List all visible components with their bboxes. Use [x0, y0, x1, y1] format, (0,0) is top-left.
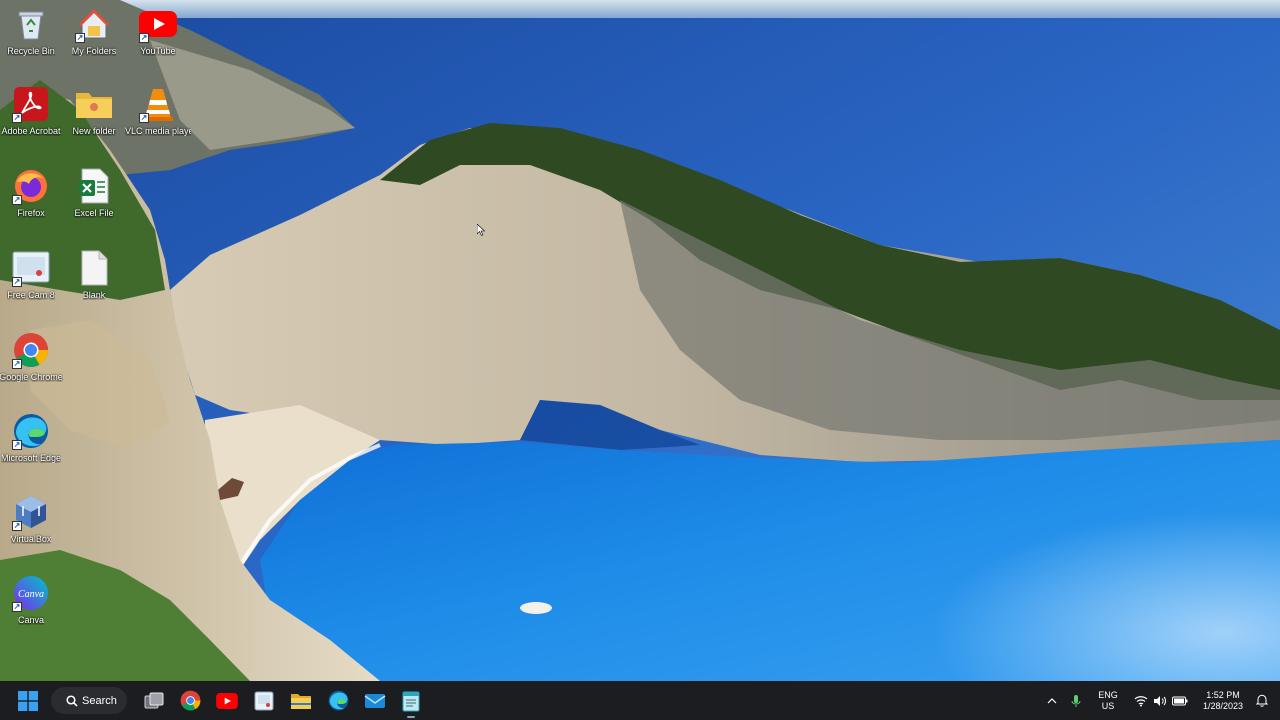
task-view-button[interactable]: [141, 685, 167, 716]
shortcut-arrow-icon: ↗: [12, 521, 22, 531]
chevron-up-icon: [1047, 697, 1057, 703]
shortcut-arrow-icon: ↗: [12, 359, 22, 369]
search-label: Search: [82, 694, 117, 707]
start-button[interactable]: [14, 685, 42, 716]
desktop-icon-blank-file[interactable]: Blank: [61, 248, 127, 316]
desktop-icon-label: Recycle Bin: [7, 46, 55, 56]
desktop-icon-canva[interactable]: Canva ↗ Canva: [0, 573, 64, 641]
taskbar-chrome[interactable]: [177, 685, 203, 716]
adobe-acrobat-icon: ↗: [11, 84, 51, 124]
active-app-indicator: [407, 716, 415, 718]
youtube-icon: ↗: [138, 4, 178, 44]
freecam-icon: ↗: [11, 248, 51, 288]
taskbar-file-explorer[interactable]: [288, 685, 314, 716]
desktop-icon-label: YouTube: [140, 46, 176, 56]
desktop-icon-microsoft-edge[interactable]: ↗ Microsoft Edge: [0, 411, 64, 479]
desktop-wallpaper: [0, 0, 1280, 681]
folder-icon: [74, 84, 114, 124]
desktop-icon-label: Adobe Acrobat: [1, 126, 61, 136]
chrome-icon: ↗: [11, 330, 51, 370]
wifi-icon: [1134, 695, 1148, 706]
notepad-icon: [402, 691, 420, 711]
shortcut-arrow-icon: ↗: [12, 277, 22, 287]
desktop-icon-label: New folder: [72, 126, 116, 136]
windows-logo-icon: [18, 690, 38, 711]
battery-icon: [1172, 696, 1188, 705]
firefox-icon: ↗: [11, 166, 51, 206]
taskbar-notepad[interactable]: [398, 685, 424, 716]
desktop-icon-label: VLC media player: [125, 126, 191, 136]
chrome-icon: [180, 690, 200, 711]
desktop-icon-label: My Folders: [71, 46, 117, 56]
desktop-icon-google-chrome[interactable]: ↗ Google Chrome: [0, 330, 64, 398]
desktop-icon-excel-file[interactable]: Excel File: [61, 166, 127, 234]
recycle-bin-icon: [11, 4, 51, 44]
desktop-icon-adobe-acrobat[interactable]: ↗ Adobe Acrobat: [0, 84, 64, 152]
desktop-icon-label: Google Chrome: [0, 372, 63, 382]
file-explorer-icon: [291, 693, 311, 709]
language-line1: ENG: [1098, 689, 1118, 700]
shortcut-arrow-icon: ↗: [12, 440, 22, 450]
edge-icon: ↗: [11, 411, 51, 451]
desktop-icon-label: Free Cam 8: [7, 290, 55, 300]
freecam-icon: [254, 691, 274, 710]
desktop-icon-label: Firefox: [17, 208, 45, 218]
desktop-icon-vlc[interactable]: ↗ VLC media player: [125, 84, 191, 152]
clock-time: 1:52 PM: [1206, 689, 1240, 700]
blank-file-icon: [74, 248, 114, 288]
clock-date: 1/28/2023: [1202, 700, 1244, 711]
show-hidden-icons-button[interactable]: [1043, 685, 1061, 716]
taskbar: Search ENG US 1:52 PM 1/28/2023: [0, 681, 1280, 720]
taskbar-freecam[interactable]: [251, 685, 277, 716]
desktop-icon-my-folders[interactable]: ↗ My Folders: [61, 4, 127, 72]
taskbar-mail[interactable]: [362, 685, 388, 716]
desktop-icon-label: VirtualBox: [10, 534, 52, 544]
vlc-icon: ↗: [138, 84, 178, 124]
canva-icon: Canva ↗: [11, 573, 51, 613]
volume-icon: [1154, 695, 1166, 706]
microphone-button[interactable]: [1067, 685, 1085, 716]
mouse-cursor-icon: [477, 224, 485, 236]
task-view-icon: [144, 692, 164, 708]
notifications-button[interactable]: [1253, 685, 1271, 716]
language-line2: US: [1101, 700, 1115, 711]
desktop-icon-firefox[interactable]: ↗ Firefox: [0, 166, 64, 234]
desktop-icon-label: Excel File: [74, 208, 114, 218]
desktop-icon-label: Microsoft Edge: [0, 453, 62, 463]
shortcut-arrow-icon: ↗: [12, 195, 22, 205]
desktop-icon-free-cam[interactable]: ↗ Free Cam 8: [0, 248, 64, 316]
quick-settings-button[interactable]: [1130, 685, 1192, 716]
microphone-icon: [1071, 694, 1081, 707]
language-indicator[interactable]: ENG US: [1093, 685, 1123, 716]
shortcut-arrow-icon: ↗: [139, 113, 149, 123]
desktop-icon-new-folder[interactable]: New folder: [61, 84, 127, 152]
taskbar-edge[interactable]: [325, 685, 351, 716]
clock-button[interactable]: 1:52 PM 1/28/2023: [1196, 685, 1250, 716]
desktop-icon-youtube[interactable]: ↗ YouTube: [125, 4, 191, 72]
excel-icon: [74, 166, 114, 206]
youtube-icon: [216, 692, 238, 709]
shortcut-arrow-icon: ↗: [139, 33, 149, 43]
svg-text:Canva: Canva: [18, 589, 44, 600]
notification-icon: [1256, 694, 1268, 707]
taskbar-search-box[interactable]: Search: [51, 687, 127, 714]
desktop-icon-label: Canva: [17, 615, 44, 625]
taskbar-youtube[interactable]: [214, 685, 240, 716]
edge-icon: [328, 690, 348, 711]
shortcut-arrow-icon: ↗: [12, 113, 22, 123]
desktop-icon-virtualbox[interactable]: ↗ VirtualBox: [0, 492, 64, 560]
virtualbox-icon: ↗: [11, 492, 51, 532]
desktop-icon-label: Blank: [82, 290, 106, 300]
shortcut-arrow-icon: ↗: [12, 602, 22, 612]
home-folder-icon: ↗: [74, 4, 114, 44]
desktop-icon-recycle-bin[interactable]: Recycle Bin: [0, 4, 64, 72]
search-icon: [66, 694, 78, 707]
mail-icon: [364, 693, 386, 708]
shortcut-arrow-icon: ↗: [75, 33, 85, 43]
